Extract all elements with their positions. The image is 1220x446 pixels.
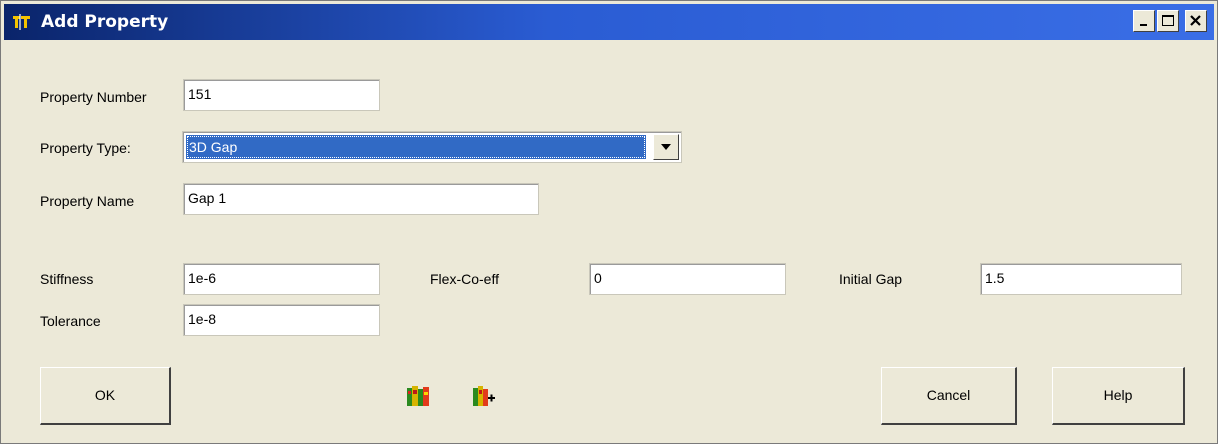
stiffness-label: Stiffness	[40, 271, 94, 287]
chevron-down-icon	[661, 144, 671, 150]
close-icon	[1190, 15, 1201, 26]
initial-gap-label: Initial Gap	[839, 271, 903, 287]
stiffness-input[interactable]	[186, 266, 381, 290]
maximize-icon	[1162, 15, 1174, 26]
close-button[interactable]	[1185, 10, 1207, 32]
library-icon[interactable]	[407, 386, 429, 406]
property-type-dropdown-button[interactable]	[653, 134, 679, 160]
property-number-field[interactable]	[183, 79, 381, 111]
tolerance-label: Tolerance	[40, 313, 101, 329]
initial-gap-input[interactable]	[983, 266, 1183, 290]
flex-coeff-field[interactable]	[589, 263, 787, 295]
title-bar[interactable]: Add Property	[4, 4, 1214, 40]
window-title: Add Property	[41, 12, 169, 32]
property-type-label: Property Type:	[40, 140, 131, 156]
flex-coeff-input[interactable]	[592, 266, 787, 290]
property-type-select[interactable]: 3D Gap	[182, 131, 682, 163]
property-number-input[interactable]	[186, 82, 381, 106]
app-icon	[13, 14, 30, 30]
cancel-button[interactable]: Cancel	[881, 367, 1017, 425]
initial-gap-field[interactable]	[980, 263, 1183, 295]
ok-button[interactable]: OK	[40, 367, 171, 425]
property-number-label: Property Number	[40, 89, 147, 105]
property-type-value[interactable]: 3D Gap	[186, 135, 646, 159]
stiffness-field[interactable]	[183, 263, 381, 295]
minimize-button[interactable]	[1133, 10, 1155, 32]
tolerance-field[interactable]	[183, 304, 381, 336]
property-name-field[interactable]	[183, 183, 540, 215]
property-name-label: Property Name	[40, 193, 135, 209]
help-button[interactable]: Help	[1052, 367, 1185, 425]
minimize-icon	[1140, 24, 1147, 26]
flex-coeff-label: Flex-Co-eff	[430, 271, 499, 287]
maximize-button[interactable]	[1157, 10, 1179, 32]
library-add-icon[interactable]	[473, 386, 495, 406]
tolerance-input[interactable]	[186, 307, 381, 331]
property-name-input[interactable]	[186, 186, 540, 210]
add-property-dialog: Add Property Property Number Property Ty…	[0, 0, 1218, 444]
